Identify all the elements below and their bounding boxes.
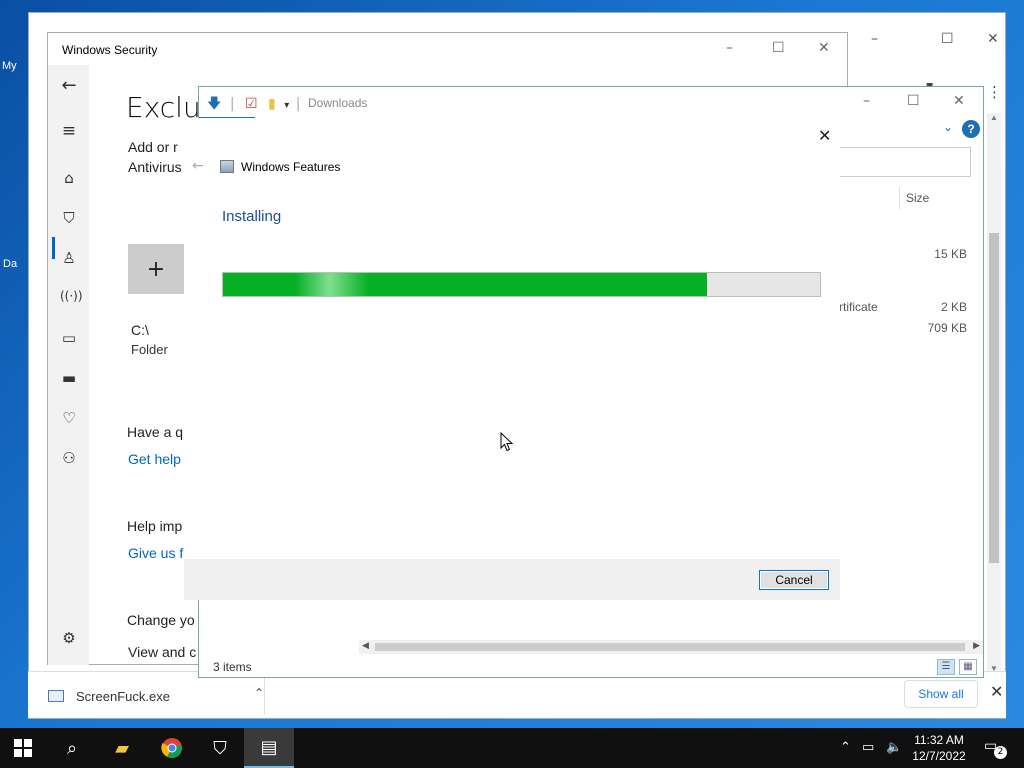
person-icon[interactable]: ♙ <box>60 249 78 267</box>
status-item-count: 3 items <box>213 660 252 674</box>
scrollbar-thumb[interactable] <box>375 643 965 651</box>
section-heading: Help imp <box>127 518 183 534</box>
family-icon[interactable]: ⚇ <box>60 449 78 467</box>
windows-features-dialog: ✕ ← Windows Features Installing Cancel <box>184 118 840 600</box>
maximize-icon[interactable]: ☐ <box>941 31 954 47</box>
taskbar: ⌕ ▰ ⛉ ▤ ⌃ ▭ 🔈 11:32 AM 12/7/2022 ▭ 2 <box>0 728 1024 768</box>
chrome-icon[interactable] <box>148 728 196 768</box>
scroll-left-icon[interactable]: ◀ <box>362 640 369 651</box>
progress-fill <box>223 273 707 296</box>
hamburger-menu-icon[interactable]: ≡ <box>60 121 78 141</box>
exe-file-icon <box>48 690 64 702</box>
divider <box>264 678 265 714</box>
expand-ribbon-icon[interactable]: ⌄ <box>943 120 953 134</box>
chevron-up-icon[interactable]: ⌃ <box>840 740 851 755</box>
active-indicator <box>52 237 55 259</box>
menu-kebab-icon[interactable]: ⋮ <box>987 83 1002 101</box>
add-exclusion-button[interactable]: + <box>128 244 184 294</box>
start-button[interactable] <box>14 739 32 757</box>
details-view-icon[interactable]: ☰ <box>937 659 955 675</box>
properties-checkmark-icon[interactable]: ☑ <box>245 96 258 112</box>
window-title: Windows Security <box>62 43 158 57</box>
new-folder-icon[interactable]: ▮ <box>268 96 276 112</box>
chrome-logo <box>161 738 182 759</box>
network-icon[interactable]: ▭ <box>862 740 874 755</box>
notification-center-icon[interactable]: ▭ 2 <box>984 738 1007 759</box>
column-header-size[interactable]: Size <box>899 187 977 209</box>
windows-logo-icon <box>14 739 22 747</box>
download-arrow-icon[interactable]: 🡇 <box>207 96 221 112</box>
search-input[interactable] <box>839 147 971 177</box>
scroll-right-icon[interactable]: ▶ <box>973 640 980 651</box>
clock-time: 11:32 AM <box>914 733 964 747</box>
maximize-icon[interactable]: ☐ <box>772 40 785 56</box>
home-icon[interactable]: ⌂ <box>60 169 78 187</box>
file-type: rtificate <box>839 300 878 314</box>
close-icon[interactable]: ✕ <box>818 40 830 56</box>
desktop-icon-label[interactable]: Da <box>3 258 17 270</box>
download-item[interactable]: ScreenFuck.exe ⌃ <box>48 684 268 708</box>
section-heading: Change yo <box>127 612 195 628</box>
desktop-icon-label[interactable]: My <box>2 60 17 72</box>
mouse-cursor-icon <box>500 432 514 452</box>
exclusion-type: Folder <box>131 342 168 357</box>
file-size: 709 KB <box>927 321 967 335</box>
close-icon[interactable]: ✕ <box>990 682 1003 701</box>
back-arrow-icon[interactable]: ← <box>60 75 78 96</box>
app-browser-icon[interactable]: ▭ <box>60 329 78 347</box>
gear-icon[interactable]: ⚙ <box>60 629 78 647</box>
laptop-icon[interactable]: ▬ <box>60 369 78 387</box>
windows-features-task-icon[interactable]: ▤ <box>244 728 294 768</box>
volume-icon[interactable]: 🔈 <box>886 740 902 755</box>
get-help-link[interactable]: Get help <box>128 451 181 467</box>
description-text: Add or r <box>128 139 178 155</box>
system-clock[interactable]: 11:32 AM 12/7/2022 <box>906 732 972 764</box>
horizontal-scrollbar[interactable]: ◀ ▶ <box>359 640 983 654</box>
minimize-icon[interactable]: – <box>871 31 878 47</box>
show-all-button[interactable]: Show all <box>904 680 978 708</box>
windows-features-icon <box>220 160 234 173</box>
help-icon[interactable]: ? <box>962 120 980 138</box>
minimize-icon[interactable]: – <box>726 40 733 56</box>
shield-icon[interactable]: ⛉ <box>196 728 244 768</box>
close-icon[interactable]: ✕ <box>987 31 999 47</box>
title-bar: 🡇 | ☑ ▮ ▾ | Downloads – ☐ ✕ <box>199 87 983 120</box>
minimize-icon[interactable]: – <box>863 93 870 109</box>
section-heading: Have a q <box>127 424 184 440</box>
download-file-name: ScreenFuck.exe <box>76 688 170 704</box>
page-scrollbar[interactable]: ▲ ▼ <box>987 113 1001 673</box>
search-icon[interactable]: ⌕ <box>48 728 96 768</box>
exclusion-path[interactable]: C:\ <box>131 322 149 338</box>
dialog-footer: Cancel <box>184 559 840 600</box>
file-size: 15 KB <box>934 247 967 261</box>
column-header-label: Size <box>906 191 930 205</box>
navigation-rail: ← ≡ ⌂ ⛉ ♙ ((·)) ▭ ▬ ♡ ⚇ ⚙ <box>48 65 89 665</box>
quick-access-toolbar: 🡇 | ☑ ▮ ▾ | <box>207 96 301 112</box>
window-title: Downloads <box>308 96 368 110</box>
description-text: View and c <box>128 644 197 660</box>
progress-bar <box>222 272 821 297</box>
dialog-title: Windows Features <box>241 160 341 174</box>
notification-count-badge: 2 <box>994 746 1007 759</box>
feedback-link[interactable]: Give us fe <box>128 545 191 561</box>
large-icons-view-icon[interactable]: ▦ <box>959 659 977 675</box>
chevron-up-icon[interactable]: ⌃ <box>254 686 264 700</box>
scroll-up-icon[interactable]: ▲ <box>990 113 998 122</box>
close-icon[interactable]: ✕ <box>818 126 831 145</box>
back-arrow-icon: ← <box>192 158 204 174</box>
description-text: Antivirus <box>128 159 182 175</box>
status-text: Installing <box>222 208 282 225</box>
customize-toolbar-icon[interactable]: ▾ <box>284 100 289 111</box>
file-explorer-icon[interactable]: ▰ <box>98 728 146 768</box>
cancel-button[interactable]: Cancel <box>759 570 829 590</box>
heart-pulse-icon[interactable]: ♡ <box>60 409 78 427</box>
scrollbar-thumb[interactable] <box>989 233 999 563</box>
downloads-bar: ScreenFuck.exe ⌃ Show all ✕ <box>28 671 1006 718</box>
close-icon[interactable]: ✕ <box>953 93 965 109</box>
wireless-antenna-icon[interactable]: ((·)) <box>60 289 83 303</box>
shield-icon[interactable]: ⛉ <box>60 209 78 227</box>
clock-date: 12/7/2022 <box>912 749 966 763</box>
maximize-icon[interactable]: ☐ <box>907 93 920 109</box>
file-size: 2 KB <box>940 300 967 314</box>
